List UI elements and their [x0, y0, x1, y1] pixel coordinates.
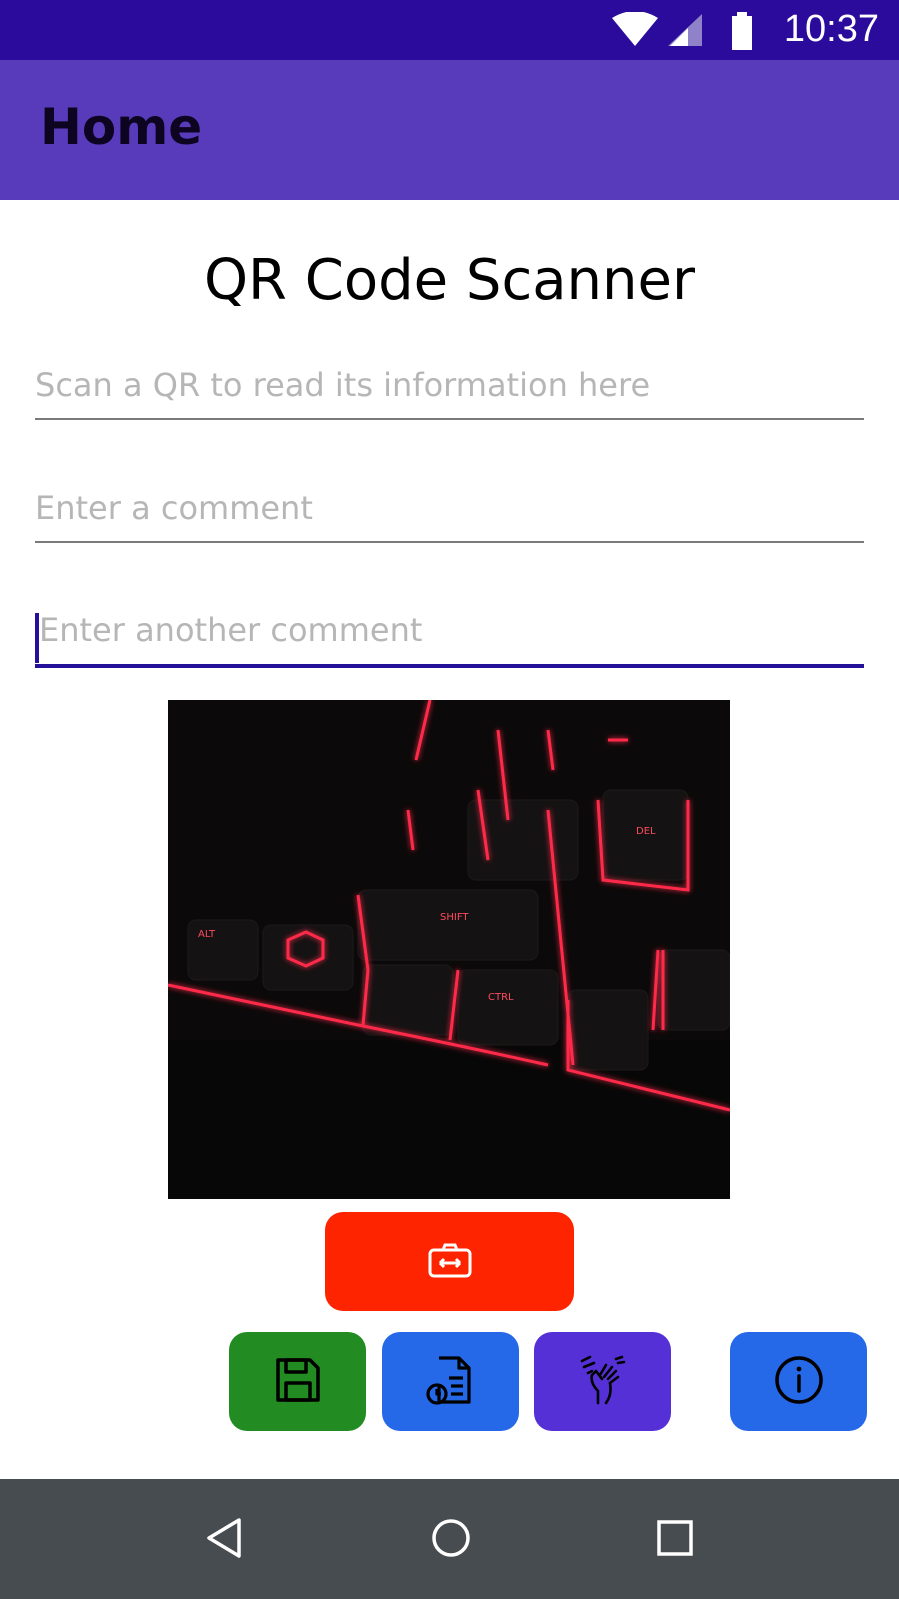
comment-underline [35, 541, 864, 543]
cellular-signal-icon [668, 14, 702, 50]
another-comment-field[interactable] [35, 607, 868, 671]
floppy-disk-icon [274, 1356, 322, 1407]
another-comment-input[interactable] [39, 607, 868, 653]
battery-icon [730, 12, 754, 54]
another-comment-underline [35, 664, 864, 668]
status-time: 10:37 [783, 8, 879, 50]
switch-camera-button[interactable] [325, 1212, 574, 1311]
app-bar: Home [0, 60, 899, 200]
page-title: QR Code Scanner [203, 248, 696, 313]
history-button[interactable] [382, 1332, 519, 1431]
svg-text:DEL: DEL [636, 826, 656, 837]
recents-icon[interactable] [656, 1517, 694, 1563]
qr-result-input[interactable] [35, 362, 864, 408]
app-bar-title: Home [40, 98, 203, 156]
hand-wipe-icon [576, 1353, 630, 1410]
back-icon[interactable] [205, 1517, 243, 1563]
comment-field[interactable] [35, 485, 864, 545]
info-button[interactable] [730, 1332, 867, 1431]
svg-text:SHIFT: SHIFT [440, 912, 469, 923]
info-icon [774, 1355, 824, 1408]
home-icon[interactable] [430, 1517, 472, 1563]
clear-button[interactable] [534, 1332, 671, 1431]
camera-preview-image: SHIFT CTRL ALT DEL [168, 700, 730, 1199]
svg-text:CTRL: CTRL [488, 992, 514, 1003]
qr-result-field[interactable] [35, 362, 864, 422]
save-button[interactable] [229, 1332, 366, 1431]
status-bar: 10:37 [0, 0, 899, 60]
document-history-icon [425, 1354, 477, 1409]
qr-result-underline [35, 418, 864, 420]
svg-text:ALT: ALT [198, 929, 216, 940]
comment-input[interactable] [35, 485, 864, 531]
wifi-icon [612, 11, 658, 52]
switch-camera-icon [428, 1242, 472, 1281]
navigation-bar [0, 1479, 899, 1599]
text-cursor [35, 613, 39, 663]
